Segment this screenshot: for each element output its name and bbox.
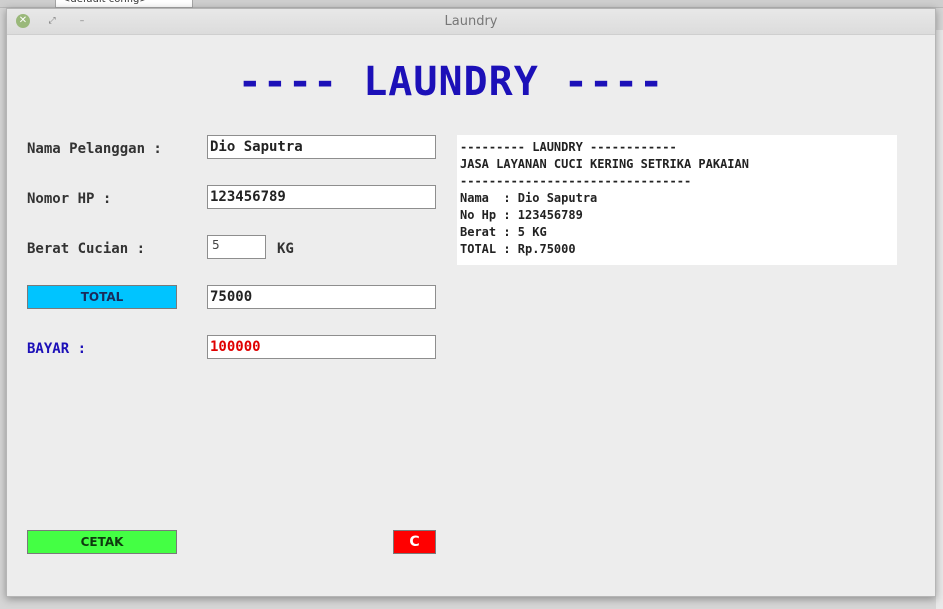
receipt-line: JASA LAYANAN CUCI KERING SETRIKA PAKAIAN (460, 157, 749, 171)
phone-label: Nomor HP : (27, 191, 112, 207)
receipt-text-area[interactable]: --------- LAUNDRY ------------ JASA LAYA… (457, 135, 897, 265)
receipt-line: -------------------------------- (460, 174, 692, 188)
pay-label: BAYAR : (27, 341, 87, 357)
receipt-line: No Hp : 123456789 (460, 208, 583, 222)
total-button[interactable]: TOTAL (27, 285, 177, 309)
config-combo[interactable]: <default config> (55, 0, 193, 8)
ide-background-panel (936, 30, 943, 609)
page-title: ---- LAUNDRY ---- (237, 59, 665, 105)
title-bar[interactable]: ✕ ⤢ – Laundry (7, 9, 935, 35)
print-button[interactable]: CETAK (27, 530, 177, 554)
weight-unit: KG (277, 241, 294, 257)
window-title: Laundry (444, 14, 498, 29)
name-field[interactable]: Dio Saputra (207, 135, 436, 159)
weight-label: Berat Cucian : (27, 241, 146, 257)
phone-field[interactable]: 123456789 (207, 185, 436, 209)
name-label: Nama Pelanggan : (27, 141, 162, 157)
clear-button[interactable]: C (393, 530, 436, 554)
laundry-window: ✕ ⤢ – Laundry ---- LAUNDRY ---- Nama Pel… (6, 8, 936, 597)
receipt-line: Nama : Dio Saputra (460, 191, 598, 205)
receipt-line: Berat : 5 KG (460, 225, 547, 239)
weight-field[interactable]: 5 (207, 235, 266, 259)
receipt-line: TOTAL : Rp.75000 (460, 242, 576, 256)
total-field[interactable]: 75000 (207, 285, 436, 309)
pay-field[interactable]: 100000 (207, 335, 436, 359)
receipt-line: --------- LAUNDRY ------------ (460, 140, 677, 154)
